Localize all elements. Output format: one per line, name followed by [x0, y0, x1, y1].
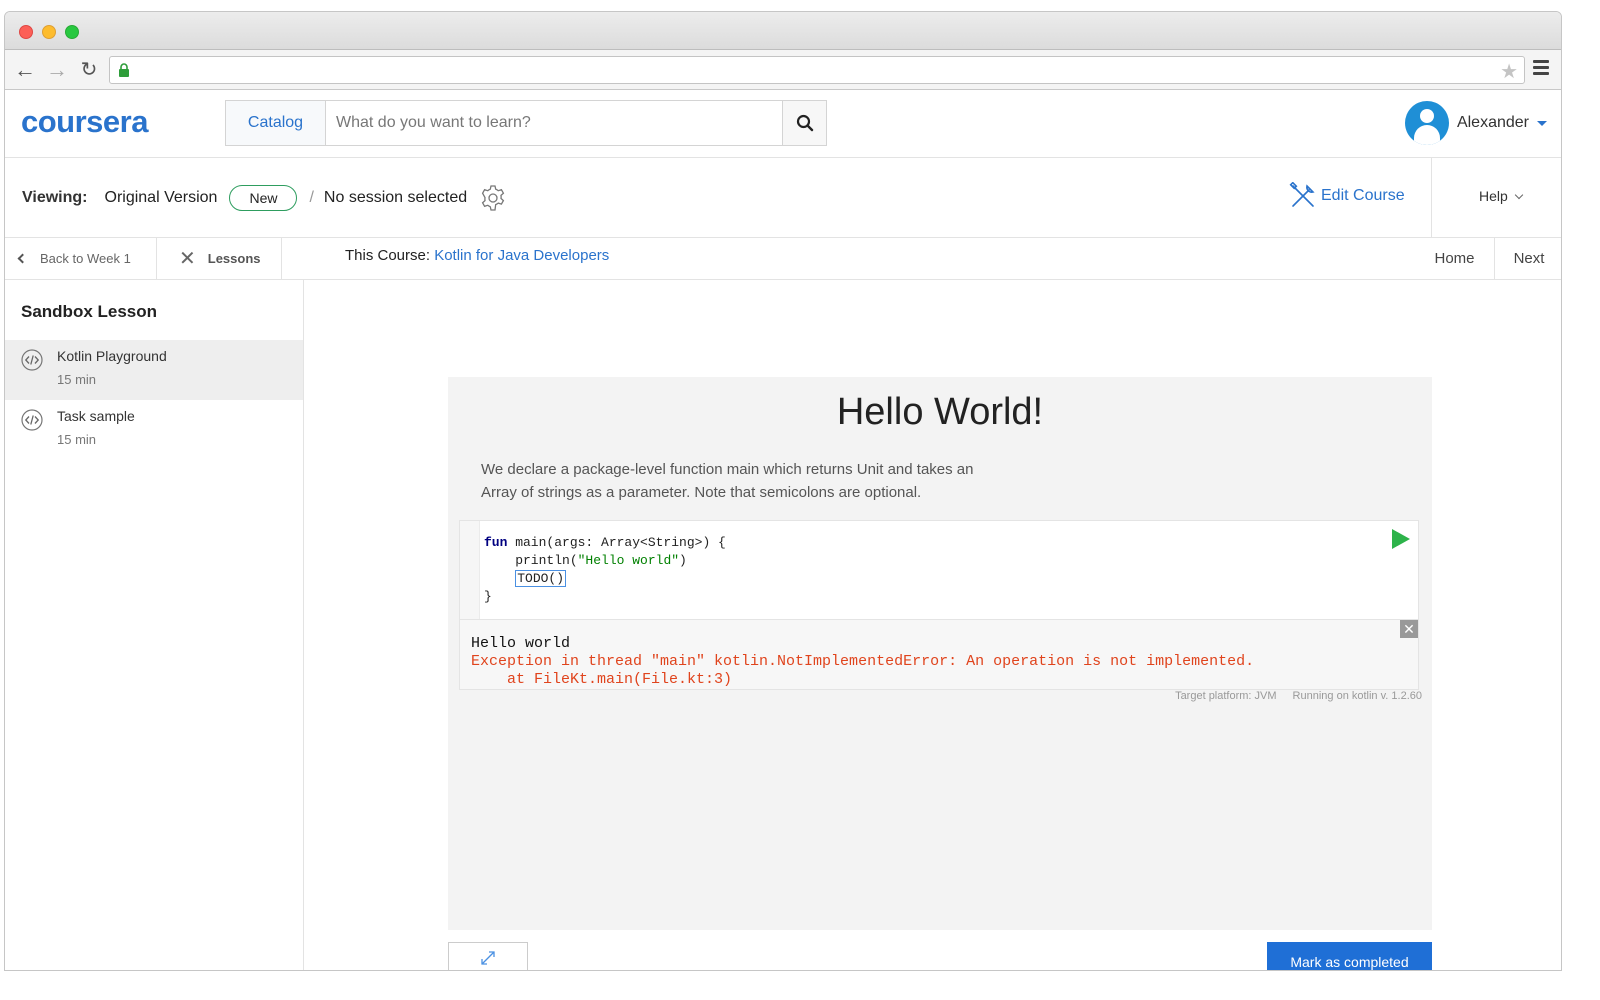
sidebar-item-duration: 15 min: [57, 432, 97, 447]
catalog-button[interactable]: Catalog: [226, 101, 326, 145]
lesson-description: We declare a package-level function main…: [481, 461, 974, 501]
code-icon: [21, 409, 43, 431]
close-output-icon[interactable]: ✕: [1400, 620, 1418, 638]
lessons-label: Lessons: [207, 251, 261, 266]
output-console: Hello world Exception in thread "main" k…: [459, 620, 1419, 690]
search-input[interactable]: [326, 101, 782, 145]
code-icon: [21, 349, 43, 371]
target-platform: Target platform: JVM: [1175, 690, 1277, 702]
maximize-window-button[interactable]: [65, 25, 79, 39]
code-todo: TODO(): [515, 570, 567, 587]
platform-info: Target platform: JVM Running on kotlin v.…: [1175, 690, 1422, 702]
avatar[interactable]: [1404, 101, 1449, 145]
course-link[interactable]: Kotlin for Java Developers: [434, 247, 609, 264]
code-line-3-pre: [484, 571, 515, 586]
new-badge[interactable]: New: [229, 184, 298, 211]
sidebar-title: Sandbox Lesson: [21, 302, 158, 321]
browser-toolbar: ← → ↻ ★: [5, 50, 1561, 90]
chevron-down-icon: [1514, 190, 1524, 200]
close-window-button[interactable]: [19, 25, 33, 39]
title-bar: [5, 12, 1561, 50]
sidebar-item-task-sample[interactable]: Task sample 15 min: [5, 400, 303, 460]
browser-menu-icon[interactable]: [1533, 60, 1549, 78]
mark-completed-button[interactable]: Mark as completed: [1267, 942, 1432, 970]
lesson-nav: Back to Week 1 ✕ Lessons This Course: Ko…: [5, 238, 1561, 280]
help-label: Help: [1479, 188, 1508, 204]
lesson-card: Hello World! We declare a package-level …: [448, 377, 1432, 930]
separator: /: [309, 188, 314, 206]
session-text[interactable]: No session selected: [324, 189, 467, 207]
viewing-bar: Viewing: Original Version New / No sessi…: [5, 158, 1561, 238]
course-breadcrumb: This Course: Kotlin for Java Developers: [345, 247, 609, 264]
lesson-title: Hello World!: [836, 391, 1044, 433]
search-icon: [796, 114, 813, 132]
bookmark-star-icon[interactable]: ★: [1500, 59, 1518, 84]
search-button[interactable]: [782, 101, 826, 145]
code-string: "Hello world": [577, 553, 680, 568]
version-text[interactable]: Original Version: [105, 189, 218, 207]
content-area: Sandbox Lesson Kotlin Playground 15 min …: [5, 279, 1561, 970]
output-error-line: Exception in thread "main" kotlin.NotImp…: [471, 653, 1255, 670]
kotlin-version: Running on kotlin v. 1.2.60: [1292, 690, 1422, 702]
search-group: Catalog: [225, 100, 827, 146]
output-error-line: at FileKt.main(File.kt:3): [471, 671, 733, 688]
sidebar-item-duration: 15 min: [57, 372, 97, 387]
sidebar-item-kotlin-playground[interactable]: Kotlin Playground 15 min: [5, 340, 303, 400]
output-text: Hello world Exception in thread "main" k…: [471, 635, 1254, 689]
help-button[interactable]: Help: [1479, 188, 1524, 204]
lesson-main: Hello World! We declare a package-level …: [305, 279, 1561, 970]
divider: [1431, 158, 1432, 238]
code-editor[interactable]: fun main(args: Array<String>) { println(…: [459, 520, 1419, 620]
code-line-4: }: [484, 589, 492, 604]
code-keyword: fun: [484, 535, 508, 550]
lesson-sidebar: Sandbox Lesson Kotlin Playground 15 min …: [5, 279, 304, 970]
minimize-window-button[interactable]: [42, 25, 56, 39]
run-icon[interactable]: [1390, 527, 1412, 551]
coursera-logo[interactable]: coursera: [21, 104, 148, 140]
expand-icon: [481, 950, 495, 965]
home-link[interactable]: Home: [1415, 238, 1495, 279]
next-link[interactable]: Next: [1495, 238, 1561, 279]
caret-down-icon[interactable]: [1537, 120, 1547, 126]
forward-arrow-icon[interactable]: →: [45, 58, 69, 82]
code-line-2-pre: println(: [484, 553, 578, 568]
browser-window: ← → ↻ ★ coursera Catalog What do you wan…: [4, 11, 1562, 971]
expand-button[interactable]: [448, 942, 528, 970]
site-header: coursera Catalog Alexander: [5, 90, 1561, 158]
gear-icon[interactable]: [479, 184, 507, 212]
user-menu[interactable]: Alexander: [1404, 100, 1547, 146]
back-to-week-button[interactable]: Back to Week 1: [5, 238, 157, 279]
user-name[interactable]: Alexander: [1457, 114, 1529, 132]
output-line: Hello world: [471, 635, 571, 652]
reload-icon[interactable]: ↻: [77, 58, 101, 82]
course-prefix: This Course:: [345, 247, 431, 264]
code-line-1: main(args: Array<String>) {: [507, 535, 726, 550]
chevron-left-icon: [17, 253, 28, 264]
tools-icon: [1289, 182, 1315, 207]
viewing-label: Viewing:: [22, 188, 88, 206]
address-bar[interactable]: ★: [109, 56, 1525, 84]
back-arrow-icon[interactable]: ←: [13, 58, 37, 82]
code-line-2-post: ): [679, 553, 687, 568]
edit-course-button[interactable]: Edit Course: [1289, 182, 1405, 210]
sidebar-item-label: Task sample: [57, 408, 135, 424]
sidebar-item-label: Kotlin Playground: [57, 348, 167, 364]
close-icon: ✕: [179, 248, 196, 270]
lessons-toggle-button[interactable]: ✕ Lessons: [157, 238, 282, 279]
back-to-week-label: Back to Week 1: [40, 251, 131, 266]
edit-course-label: Edit Course: [1321, 187, 1405, 204]
editor-gutter: [460, 521, 480, 619]
lock-icon: [119, 63, 129, 77]
code-text[interactable]: fun main(args: Array<String>) { println(…: [484, 534, 726, 606]
